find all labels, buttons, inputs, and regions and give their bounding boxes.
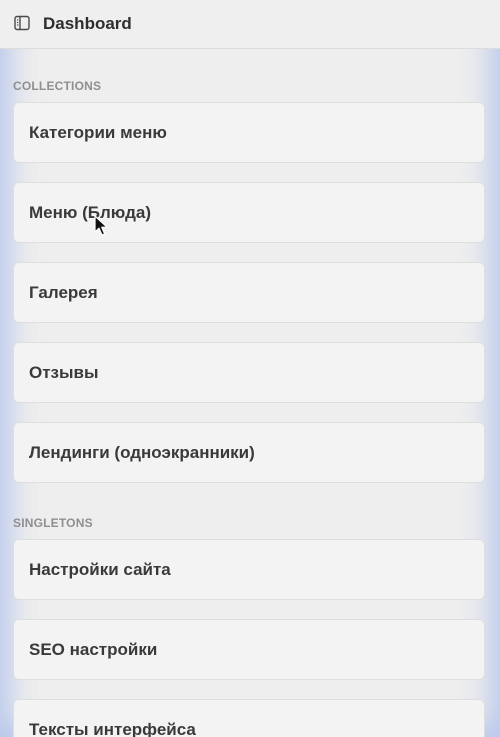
top-bar: Dashboard [0, 0, 500, 49]
collection-item-label: Отзывы [29, 363, 99, 382]
collection-item-reviews[interactable]: Отзывы [13, 342, 485, 403]
singleton-item-site-settings[interactable]: Настройки сайта [13, 539, 485, 600]
sidebar-toggle-icon[interactable] [14, 15, 30, 31]
collection-item-landings[interactable]: Лендинги (одноэкранники) [13, 422, 485, 483]
singleton-item-label: SEO настройки [29, 640, 158, 659]
singleton-item-label: Тексты интерфейса [29, 720, 196, 737]
mouse-pointer-icon [94, 215, 108, 236]
collection-item-label: Лендинги (одноэкранники) [29, 443, 255, 462]
singleton-item-seo-settings[interactable]: SEO настройки [13, 619, 485, 680]
singleton-item-label: Настройки сайта [29, 560, 171, 579]
section-label-collections: COLLECTIONS [13, 79, 102, 93]
collection-item-menu-dishes[interactable]: Меню (Блюда) [13, 182, 485, 243]
collection-item-gallery[interactable]: Галерея [13, 262, 485, 323]
section-label-singletons: SINGLETONS [13, 516, 93, 530]
app-window: Dashboard COLLECTIONS Категории меню Мен… [0, 0, 500, 737]
collection-item-label: Галерея [29, 283, 98, 302]
collection-item-menu-categories[interactable]: Категории меню [13, 102, 485, 163]
singleton-item-interface-texts[interactable]: Тексты интерфейса [13, 699, 485, 737]
collection-item-label: Категории меню [29, 123, 167, 142]
page-title: Dashboard [43, 14, 132, 33]
collection-item-label: Меню (Блюда) [29, 203, 152, 222]
